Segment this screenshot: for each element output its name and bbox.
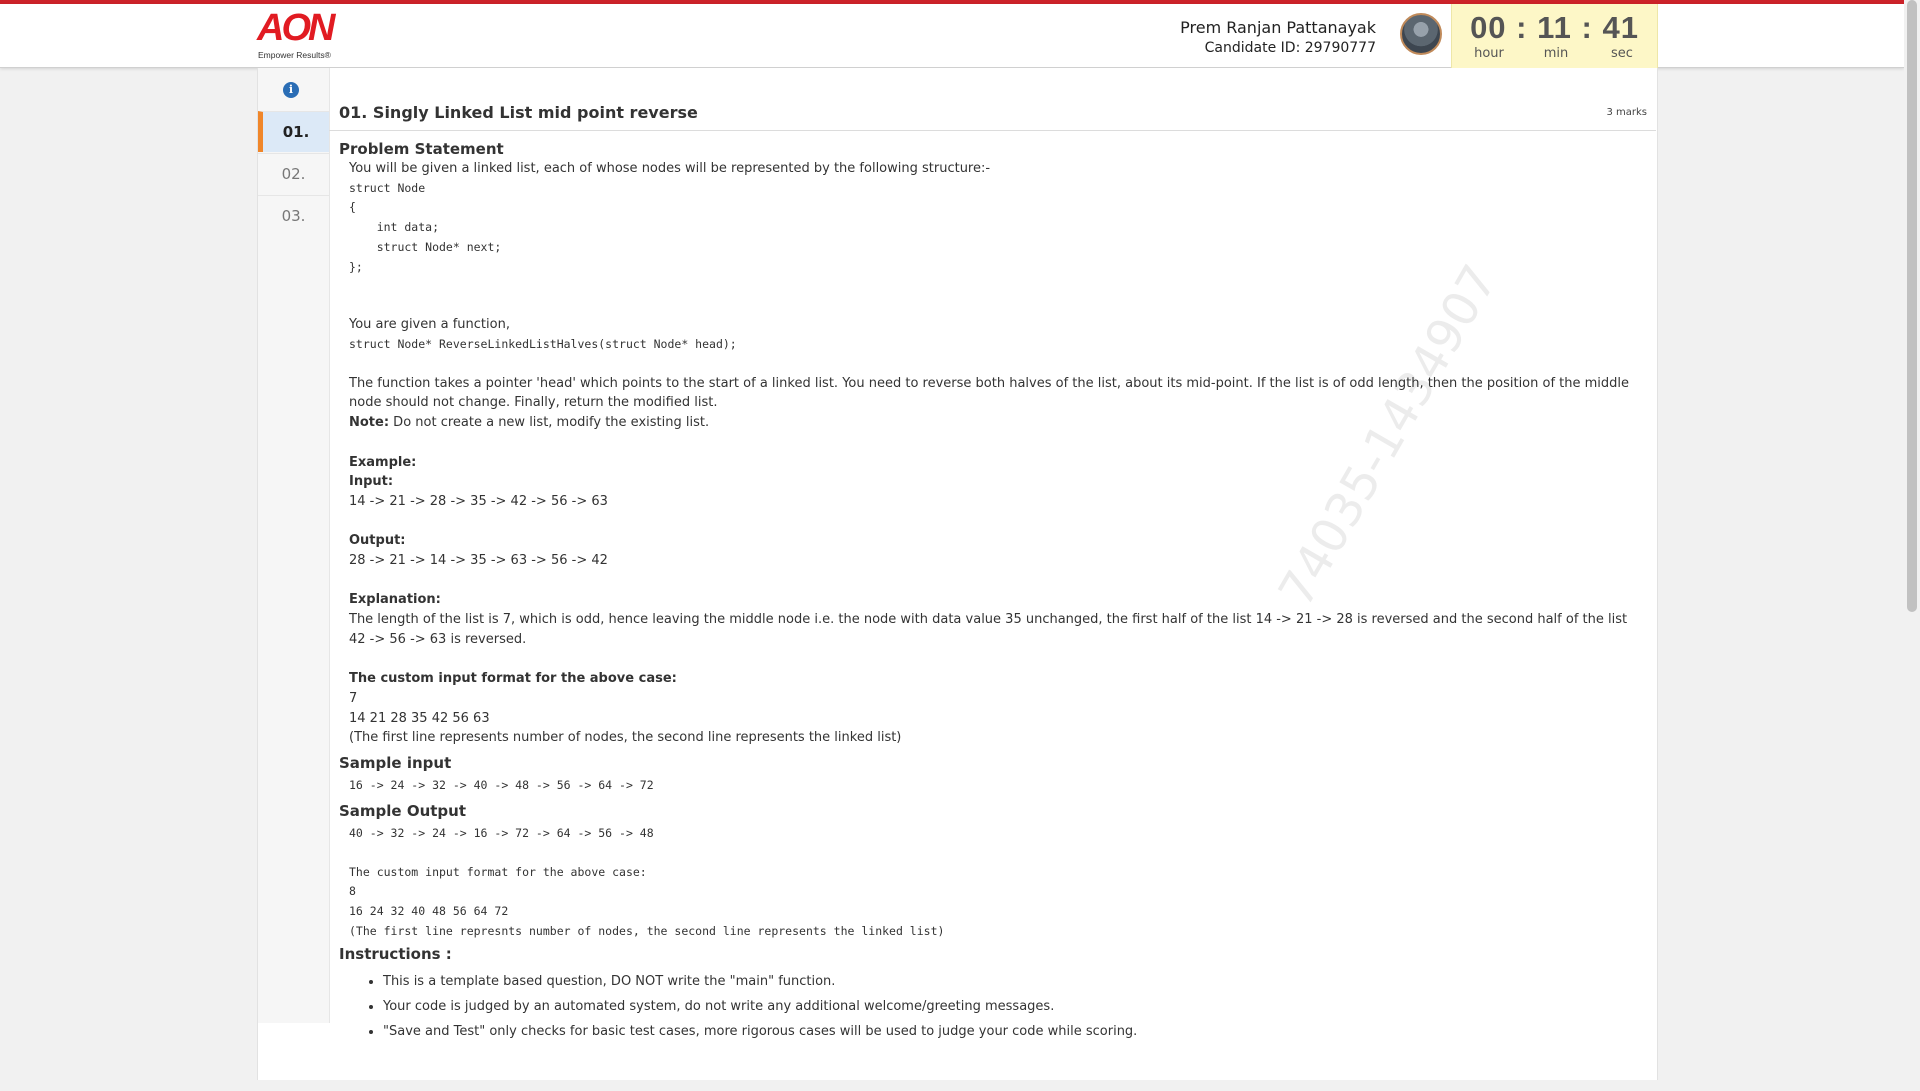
sample-input-heading: Sample input (339, 754, 452, 773)
question-panel: i 01. 02. 03. 01. Singly Linked List mid… (257, 68, 1658, 1080)
question-nav: i 01. 02. 03. (258, 68, 330, 1023)
custom-input-count: 7 (349, 691, 358, 707)
question-title: 01. Singly Linked List mid point reverse (339, 103, 698, 122)
note-line: Note: Do not create a new list, modify t… (339, 413, 1639, 433)
custom-input-note: (The first line represents number of nod… (349, 730, 902, 746)
instruction-item: Your code is judged by an automated syst… (383, 994, 1639, 1019)
function-intro: You are given a function, (349, 317, 510, 333)
custom-input-list: 14 21 28 35 42 56 63 (349, 710, 490, 726)
timer-min-label: min (1543, 46, 1569, 61)
sample-input: 16 -> 24 -> 32 -> 40 -> 48 -> 56 -> 64 -… (349, 778, 654, 793)
countdown-timer: 00 : 11 : 41 hour min sec (1451, 4, 1658, 68)
function-signature: struct Node* ReverseLinkedListHalves(str… (349, 336, 737, 351)
logo-wordmark: AON (257, 7, 335, 49)
sample-output: 40 -> 32 -> 24 -> 16 -> 72 -> 64 -> 56 -… (349, 825, 654, 840)
problem-description: The function takes a pointer 'head' whic… (349, 375, 1634, 411)
custom-input-label: The custom input format for the above ca… (349, 671, 677, 687)
note-text: Do not create a new list, modify the exi… (389, 415, 710, 431)
timer-seconds: 41 (1602, 10, 1639, 45)
struct-code: struct Node { int data; struct Node* nex… (349, 180, 502, 274)
example-label: Example: (349, 454, 417, 470)
candidate-name: Prem Ranjan Pattanayak (1180, 18, 1376, 37)
sample-custom-list: 16 24 32 40 48 56 64 72 (349, 903, 509, 918)
input-value: 14 -> 21 -> 28 -> 35 -> 42 -> 56 -> 63 (349, 494, 608, 510)
timer-digits: 00 : 11 : 41 (1470, 10, 1639, 45)
timer-hour-label: hour (1474, 46, 1504, 61)
candidate-info: Prem Ranjan Pattanayak Candidate ID: 297… (1180, 18, 1376, 58)
output-value: 28 -> 21 -> 14 -> 35 -> 63 -> 56 -> 42 (349, 552, 608, 568)
sample-custom-note: (The first line represnts number of node… (349, 923, 945, 938)
note-label: Note: (349, 415, 390, 431)
avatar (1400, 13, 1442, 55)
header: AON Empower Results® Prem Ranjan Pattana… (0, 4, 1904, 68)
info-icon[interactable]: i (283, 82, 299, 98)
sample-custom-label: The custom input format for the above ca… (349, 864, 647, 879)
explanation-label: Explanation: (349, 592, 441, 608)
input-label: Input: (349, 474, 394, 490)
question-nav-item-3[interactable]: 03. (258, 195, 329, 237)
instructions-list: This is a template based question, DO NO… (339, 969, 1639, 1044)
candidate-id: Candidate ID: 29790777 (1204, 40, 1376, 56)
instructions-heading: Instructions : (339, 945, 452, 964)
question-marks: 3 marks (1606, 107, 1647, 118)
question-nav-item-2[interactable]: 02. (258, 153, 329, 195)
logo-tagline: Empower Results® (258, 50, 331, 60)
timer-minutes: 11 (1537, 10, 1572, 45)
question-nav-item-1[interactable]: 01. (258, 111, 329, 152)
instruction-item: "Save and Test" only checks for basic te… (383, 1019, 1639, 1044)
timer-sec-label: sec (1611, 46, 1633, 61)
problem-statement-heading: Problem Statement (339, 140, 504, 158)
explanation-text: The length of the list is 7, which is od… (349, 611, 1632, 647)
aon-logo: AON Empower Results® (257, 7, 337, 60)
sample-custom-count: 8 (349, 884, 356, 899)
output-label: Output: (349, 532, 406, 548)
scrollbar-thumb[interactable] (1907, 0, 1917, 612)
sample-output-heading: Sample Output (339, 801, 467, 820)
instruction-item: This is a template based question, DO NO… (383, 969, 1639, 994)
problem-intro: You will be given a linked list, each of… (349, 161, 991, 176)
timer-hours: 00 (1470, 10, 1507, 45)
page-scrollbar[interactable] (1904, 0, 1920, 1080)
question-content: Problem Statement You will be given a li… (339, 140, 1639, 1044)
